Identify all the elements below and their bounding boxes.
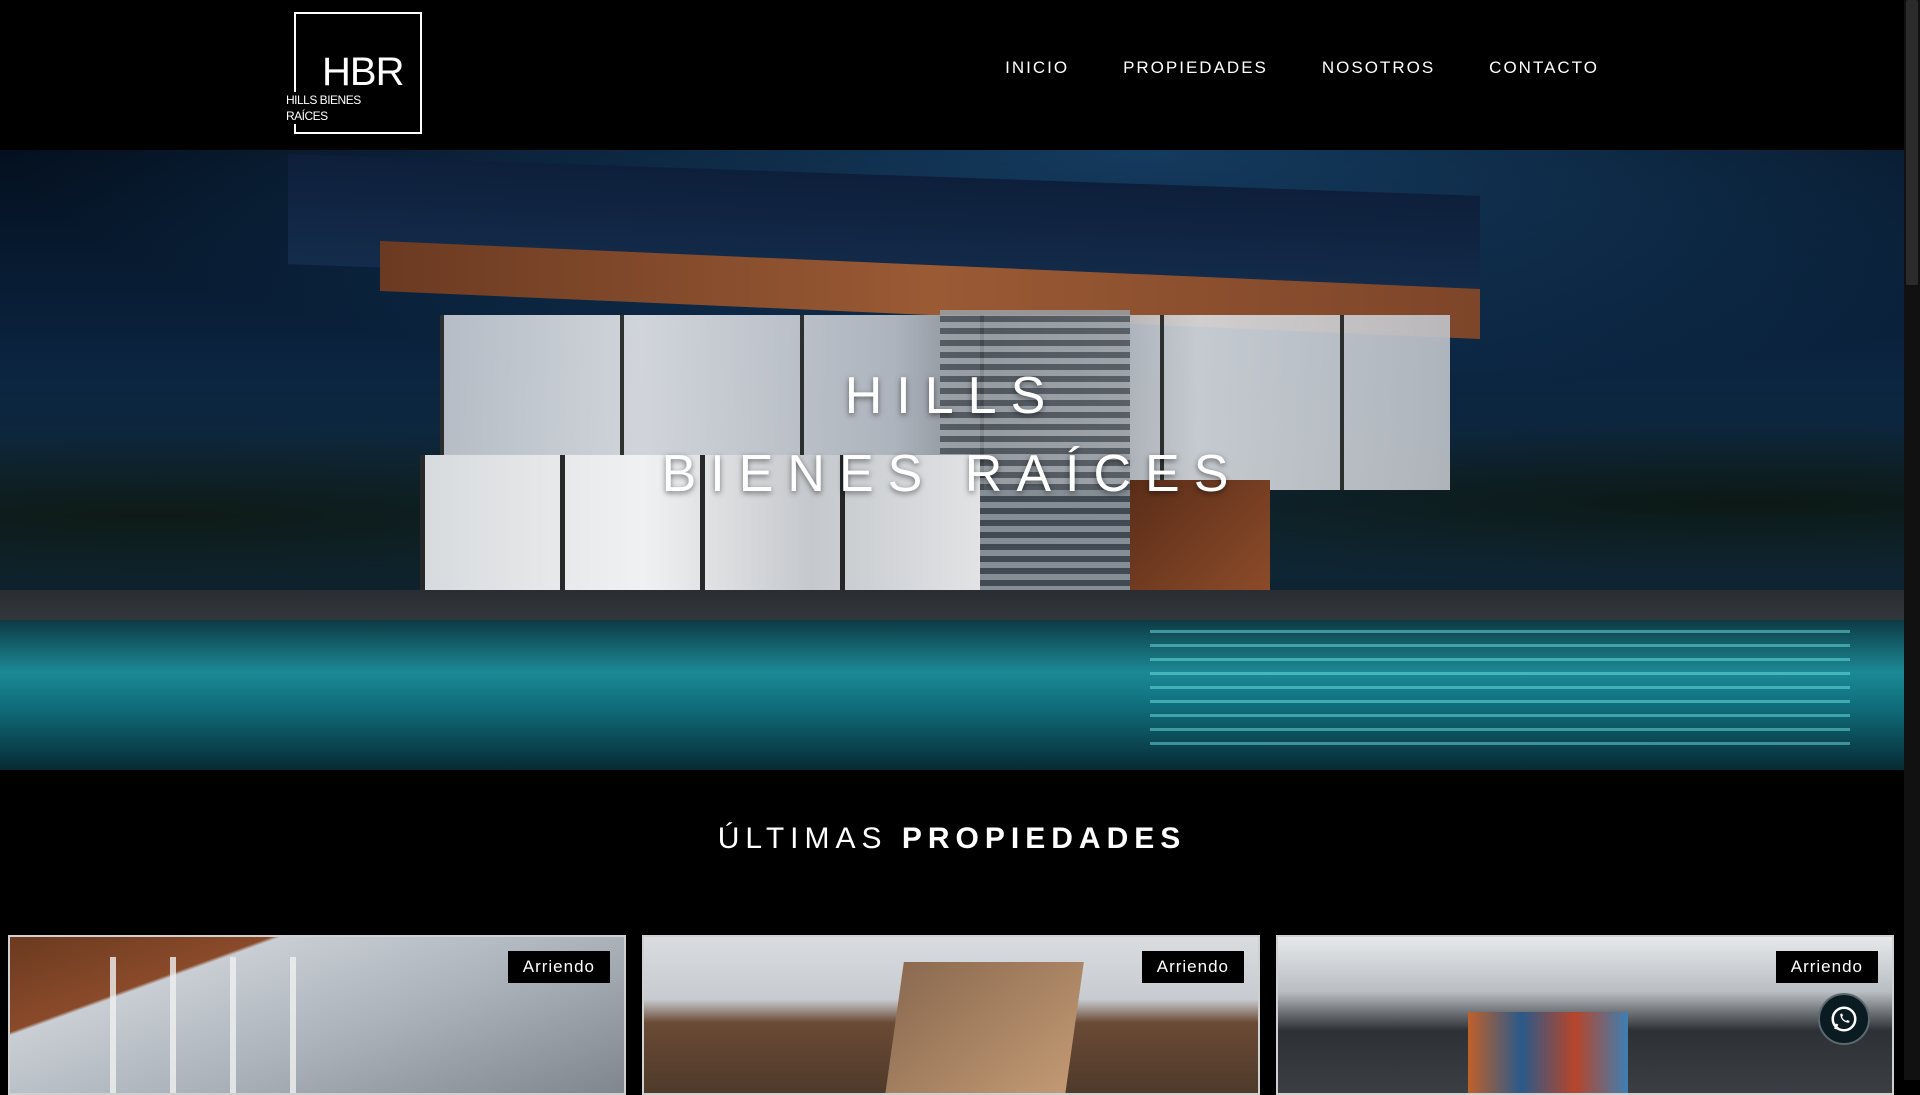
scrollbar-thumb[interactable] (1906, 0, 1918, 285)
site-header: HBR HILLS BIENES RAÍCES INICIO PROPIEDAD… (0, 0, 1904, 150)
property-status-badge: Arriendo (1141, 951, 1244, 983)
logo-mark: HBR (322, 50, 404, 94)
property-card[interactable]: Arriendo (642, 935, 1260, 1095)
main-nav: INICIO PROPIEDADES NOSOTROS CONTACTO (1005, 58, 1599, 78)
logo-subtitle: HILLS BIENES RAÍCES (284, 92, 378, 124)
pool-reflection (1150, 630, 1850, 750)
property-card[interactable]: Arriendo (8, 935, 626, 1095)
logo[interactable]: HBR HILLS BIENES RAÍCES (284, 12, 422, 134)
property-status-badge: Arriendo (1775, 951, 1878, 983)
hero-banner: HILLS BIENES RAÍCES (0, 150, 1904, 770)
nav-item-propiedades[interactable]: PROPIEDADES (1123, 58, 1268, 78)
property-photo (884, 962, 1084, 1093)
section-title: ÚLTIMAS PROPIEDADES (0, 822, 1904, 856)
section-title-light: ÚLTIMAS (717, 822, 888, 855)
hero-title-line2: BIENES RAÍCES (661, 444, 1243, 503)
nav-item-contacto[interactable]: CONTACTO (1489, 58, 1599, 78)
property-photo (110, 957, 330, 1093)
whatsapp-button[interactable] (1818, 993, 1870, 1045)
section-title-bold: PROPIEDADES (901, 822, 1187, 855)
property-photo (1468, 1012, 1628, 1093)
property-status-badge: Arriendo (507, 951, 610, 983)
page-scrollbar[interactable] (1904, 0, 1920, 1080)
whatsapp-icon (1831, 1006, 1857, 1032)
hero-title: HILLS BIENES RAÍCES (0, 357, 1904, 513)
property-card[interactable]: Arriendo (1276, 935, 1894, 1095)
nav-item-inicio[interactable]: INICIO (1005, 58, 1069, 78)
hero-title-line1: HILLS (844, 366, 1060, 425)
nav-item-nosotros[interactable]: NOSOTROS (1322, 58, 1435, 78)
